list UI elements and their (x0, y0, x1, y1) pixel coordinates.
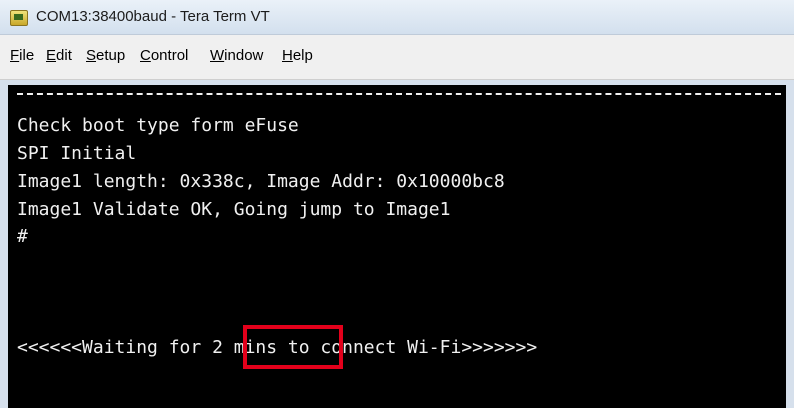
menu-window[interactable]: Window (210, 47, 263, 64)
terminal-screen[interactable]: Check boot type form eFuse SPI Initial I… (8, 85, 786, 408)
window-title: COM13:38400baud - Tera Term VT (36, 8, 270, 25)
terminal-line: Image1 length: 0x338c, Image Addr: 0x100… (17, 171, 505, 192)
separator-line (17, 93, 781, 95)
terminal-line: SPI Initial (17, 143, 137, 164)
terminal-line: Check boot type form eFuse (17, 115, 299, 136)
menu-setup[interactable]: Setup (86, 47, 125, 64)
menu-bar: File Edit Setup Control Window Help (0, 35, 794, 80)
terminal-prompt: # (17, 226, 28, 247)
title-bar[interactable]: COM13:38400baud - Tera Term VT (0, 0, 794, 35)
menu-control[interactable]: Control (140, 47, 188, 64)
highlight-box-2-mins (243, 325, 343, 369)
terminal-line: Image1 Validate OK, Going jump to Image1 (17, 199, 451, 220)
menu-help[interactable]: Help (282, 47, 313, 64)
tera-term-icon[interactable] (10, 10, 28, 26)
menu-file[interactable]: File (10, 47, 34, 64)
tera-term-window: COM13:38400baud - Tera Term VT File Edit… (0, 0, 794, 408)
menu-edit[interactable]: Edit (46, 47, 72, 64)
